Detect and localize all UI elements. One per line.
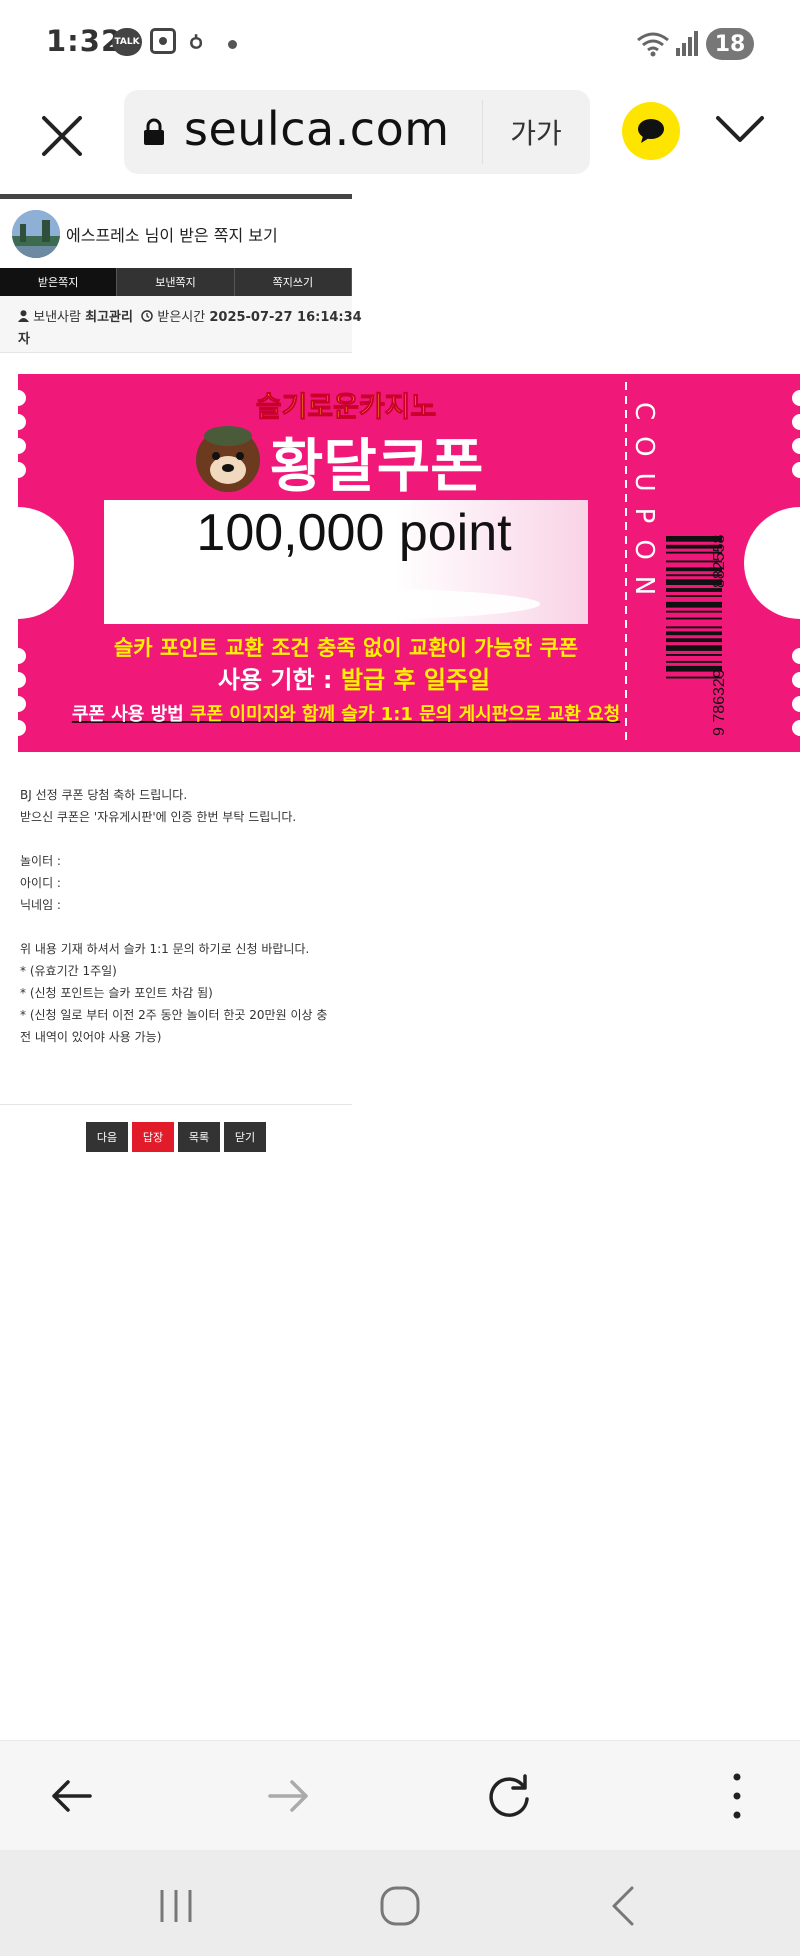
address-bar[interactable]: seulca.com 가가 [124, 90, 590, 174]
coupon-brand: 슬기로운카지노 [256, 390, 436, 423]
page-title: 에스프레소 님이 받은 쪽지 보기 [66, 226, 278, 245]
next-button[interactable]: 다음 [86, 1122, 128, 1152]
close-button[interactable]: 닫기 [224, 1122, 266, 1152]
barcode-bar [666, 617, 722, 620]
recent-apps-icon[interactable] [154, 1884, 198, 1928]
barcode-bar [666, 601, 722, 608]
barcode-bar [666, 660, 722, 663]
tab-write[interactable]: 쪽지쓰기 [234, 268, 352, 296]
browser-toolbar: seulca.com 가가 [0, 88, 800, 195]
barcode-number-right: 882558 [711, 535, 728, 588]
text-size-button[interactable]: 가가 [496, 100, 576, 164]
status-time: 1:32 [46, 24, 123, 58]
browser-navigation-bar [0, 1740, 800, 1851]
screenshot-notification-icon [150, 28, 176, 54]
coupon-amount: 100,000 point [196, 504, 512, 562]
coupon-usage: 쿠폰 사용 방법 쿠폰 이미지와 함께 슬카 1:1 문의 게시판으로 교환 요… [72, 703, 620, 725]
expiry-value: 발급 후 일주일 [341, 666, 490, 694]
body-line: * (유효기간 1주일) [20, 964, 117, 978]
sync-notification-icon: ㆁ [185, 31, 207, 56]
barcode-bar [666, 631, 722, 636]
status-bar: 1:32 TALK ㆁ 18 [0, 0, 800, 88]
barcode-bar [666, 645, 722, 651]
body-line: BJ 선정 쿠폰 당첨 축하 드립니다. [20, 788, 188, 802]
message-meta: 보낸사람 최고관리 받은시간 2025-07-27 16:14:34 자 [0, 296, 362, 353]
user-icon [18, 310, 29, 322]
received-label: 받은시간 [157, 310, 206, 325]
page-content: 에스프레소 님이 받은 쪽지 보기 받은쪽지 보낸쪽지 쪽지쓰기 보낸사람 최고… [0, 194, 800, 1740]
clock-icon [141, 310, 153, 322]
url-text[interactable]: seulca.com [184, 102, 450, 156]
usage-value: 쿠폰 이미지와 함께 슬카 1:1 문의 게시판으로 교환 요청 [190, 703, 620, 725]
mascot-icon [196, 426, 260, 492]
barcode-bar [666, 626, 722, 629]
received-time: 2025-07-27 16:14:34 [209, 310, 362, 325]
chevron-down-icon[interactable] [712, 110, 768, 150]
system-navigation-bar [0, 1850, 800, 1956]
battery-level-badge: 18 [706, 28, 754, 60]
more-options-icon[interactable] [712, 1771, 762, 1821]
coupon-expiry: 사용 기한 : 발급 후 일주일 [218, 666, 490, 694]
expiry-label: 사용 기한 : [218, 666, 333, 694]
coupon-title: 황달쿠폰 [270, 432, 483, 500]
barcode-bar [666, 595, 722, 597]
barcode-number-left: 9 786329 [711, 669, 728, 736]
message-body: BJ 선정 쿠폰 당첨 축하 드립니다. 받으신 쿠폰은 '자유게시판'에 인증… [20, 784, 340, 1048]
refresh-icon[interactable] [484, 1771, 534, 1821]
tab-sent[interactable]: 보낸쪽지 [117, 268, 235, 296]
address-bar-divider [482, 100, 483, 164]
body-line: 전 내역이 있어야 사용 가능) [20, 1030, 162, 1044]
message-header-bar [0, 194, 352, 199]
barcode-bar [666, 654, 722, 656]
signal-strength-icon [676, 31, 698, 56]
message-actions: 다음 답장 목록 닫기 [86, 1122, 266, 1152]
tab-received[interactable]: 받은쪽지 [0, 268, 118, 296]
avatar-image [12, 210, 60, 258]
sender-name-continued: 자 [18, 332, 30, 347]
back-arrow-icon[interactable] [46, 1771, 96, 1821]
usage-label: 쿠폰 사용 방법 [72, 704, 184, 725]
avatar [12, 210, 60, 258]
chat-bubble-icon [638, 119, 664, 143]
home-icon[interactable] [378, 1884, 422, 1928]
lock-icon [144, 118, 164, 145]
body-line: 닉네임 : [20, 898, 61, 912]
message-tabs: 받은쪽지 보낸쪽지 쪽지쓰기 [0, 268, 352, 296]
barcode-bar [666, 638, 722, 643]
more-notifications-dot-icon [228, 40, 237, 49]
body-line: 놀이터 : [20, 854, 61, 868]
coupon-condition: 슬카 포인트 교환 조건 충족 없이 교환이 가능한 쿠폰 [114, 636, 578, 660]
body-line: * (신청 포인트는 슬카 포인트 차감 됨) [20, 986, 213, 1000]
sender-name: 최고관리 [85, 310, 133, 325]
kakao-chat-button[interactable] [622, 102, 680, 160]
meta-line: 보낸사람 최고관리 받은시간 2025-07-27 16:14:34 [18, 306, 362, 325]
sender-label: 보낸사람 [33, 310, 81, 325]
system-back-icon[interactable] [602, 1884, 646, 1928]
body-line: * (신청 일로 부터 이전 2주 동안 놀이터 한곳 20만원 이상 충 [20, 1008, 328, 1022]
body-line: 아이디 : [20, 876, 61, 890]
wifi-icon [637, 32, 669, 57]
barcode-bar [666, 610, 722, 613]
list-button[interactable]: 목록 [178, 1122, 220, 1152]
body-line: 받으신 쿠폰은 '자유게시판'에 인증 한번 부탁 드립니다. [20, 810, 297, 824]
reply-button[interactable]: 답장 [132, 1122, 174, 1152]
kakaotalk-notification-icon: TALK [112, 28, 142, 56]
forward-arrow-icon[interactable] [264, 1771, 314, 1821]
coupon-side-text: COUPON [629, 402, 659, 611]
coupon-image: 슬기로운카지노 황달쿠폰 100,000 point 슬카 포인트 교환 조건 … [18, 374, 800, 752]
close-icon[interactable] [34, 108, 90, 164]
body-line: 위 내용 기재 하셔서 슬카 1:1 문의 하기로 신청 바랍니다. [20, 942, 310, 956]
footer-divider [0, 1104, 352, 1105]
